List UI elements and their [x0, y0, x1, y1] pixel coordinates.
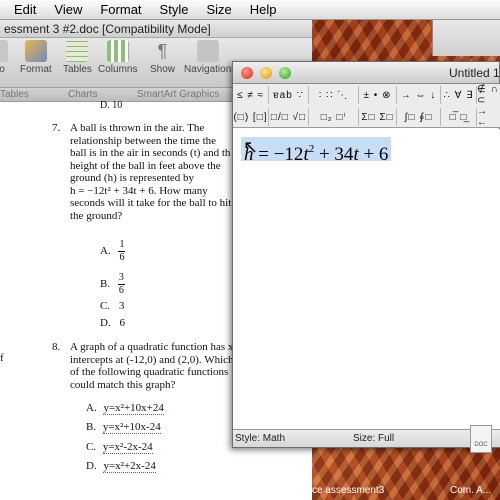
menu-size[interactable]: Size [197, 2, 240, 17]
cut-option: D. 10 [100, 100, 123, 111]
document-icon[interactable]: DOC [470, 425, 492, 453]
navigation-icon [196, 40, 219, 62]
close-button[interactable] [241, 67, 253, 79]
equation-editing-area[interactable]: h = −12t2 + 34t + 6 ↖ [233, 129, 500, 429]
palette-arrows[interactable]: → ⇔ ↓ [397, 86, 441, 104]
palette-fractions[interactable]: □/□ √□ [269, 108, 309, 126]
q8-option-a[interactable]: A. y=x²+10x+24 [86, 402, 164, 415]
menu-style[interactable]: Style [151, 2, 198, 17]
ribbon-tab-charts[interactable]: Charts [68, 89, 97, 100]
ribbon-tab-tables[interactable]: Tables [0, 89, 29, 100]
equation-formula[interactable]: h = −12t2 + 34t + 6 [241, 137, 392, 165]
palette-sets[interactable]: ∉ ∩ ⊂ [477, 84, 500, 106]
minimize-button[interactable] [260, 67, 272, 79]
desktop-file-label-2[interactable]: Com. A... [450, 485, 491, 496]
ribbon-tab-smartart[interactable]: SmartArt Graphics [137, 89, 219, 100]
menu-help[interactable]: Help [241, 2, 286, 17]
equation-status-bar: Style: Math Size: Full 2 [233, 429, 500, 447]
toolbar-format[interactable]: Format [20, 40, 52, 75]
palette-sums[interactable]: Σ□ Σ□ [359, 108, 397, 126]
equation-window-titlebar[interactable]: Untitled 1 [233, 62, 500, 84]
background-window [432, 20, 500, 56]
toolbar-show[interactable]: ¶ Show [150, 40, 175, 75]
columns-icon [106, 40, 129, 62]
symbol-palette: ≤ ≠ ≈ ɐab ∵ ∶ ∷ ⋱ ± • ⊗ → ⇔ ↓ ∴ ∀ ∃ ∉ ∩ … [233, 84, 500, 128]
mouse-cursor-icon: ↖ [243, 137, 259, 157]
q7-option-d[interactable]: D. 6 [100, 317, 125, 329]
palette-integrals[interactable]: ∫□ ∮□ [397, 108, 441, 126]
desktop-file-label[interactable]: ce assessment3 [312, 485, 384, 496]
palette-logic[interactable]: ∴ ∀ ∃ [441, 86, 477, 104]
brush-icon [24, 40, 47, 62]
toolbar-tables[interactable]: Tables [63, 40, 92, 75]
q8-option-d[interactable]: D. y=x²+2x-24 [86, 460, 156, 473]
palette-bars[interactable]: □̅ □̲ [441, 108, 477, 126]
word-window-title: essment 3 #2.doc [Compatibility Mode] [0, 20, 312, 38]
equation-editor-window: Untitled 1 ≤ ≠ ≈ ɐab ∵ ∶ ∷ ⋱ ± • ⊗ → ⇔ ↓… [232, 61, 500, 448]
menu-view[interactable]: View [45, 2, 91, 17]
palette-labeled-arrows[interactable]: → ← [477, 106, 500, 128]
menu-bar: Edit View Format Style Size Help [0, 0, 500, 20]
equation-window-title: Untitled 1 [449, 66, 500, 80]
palette-scripts[interactable]: □₂ □ⁱ [309, 108, 359, 126]
fraction: 36 [117, 272, 125, 296]
q7-option-c[interactable]: C. 3 [100, 300, 124, 312]
question-8-number: 8. [52, 341, 61, 353]
toolbar-item-partial[interactable]: o [0, 40, 8, 75]
palette-embellishments[interactable]: ∶ ∷ ⋱ [309, 86, 359, 104]
q7-option-a[interactable]: A. 16 [100, 239, 126, 263]
q7-option-b[interactable]: B. 36 [100, 273, 125, 296]
menu-edit[interactable]: Edit [0, 2, 45, 17]
q8-option-c[interactable]: C. y=x²-2x-24 [86, 441, 153, 454]
fraction: 16 [118, 239, 126, 263]
zoom-button[interactable] [279, 67, 291, 79]
question-7-number: 7. [52, 122, 61, 134]
status-size[interactable]: Size: Full [353, 433, 394, 444]
toolbar-navigation[interactable]: Navigation [184, 40, 231, 75]
menu-format[interactable]: Format [91, 2, 150, 17]
q8-option-b[interactable]: B. y=x²+10x-24 [86, 421, 161, 434]
left-fragment: f [0, 352, 4, 364]
palette-relations[interactable]: ≤ ≠ ≈ [233, 86, 269, 104]
palette-spaces[interactable]: ɐab ∵ [269, 86, 309, 104]
status-style[interactable]: Style: Math [235, 433, 285, 444]
table-icon [66, 40, 89, 62]
palette-fences[interactable]: (□) [□] [233, 108, 269, 126]
palette-operators[interactable]: ± • ⊗ [359, 86, 397, 104]
pilcrow-icon: ¶ [157, 41, 168, 61]
arrow-icon [0, 40, 8, 62]
toolbar-columns[interactable]: Columns [98, 40, 137, 75]
